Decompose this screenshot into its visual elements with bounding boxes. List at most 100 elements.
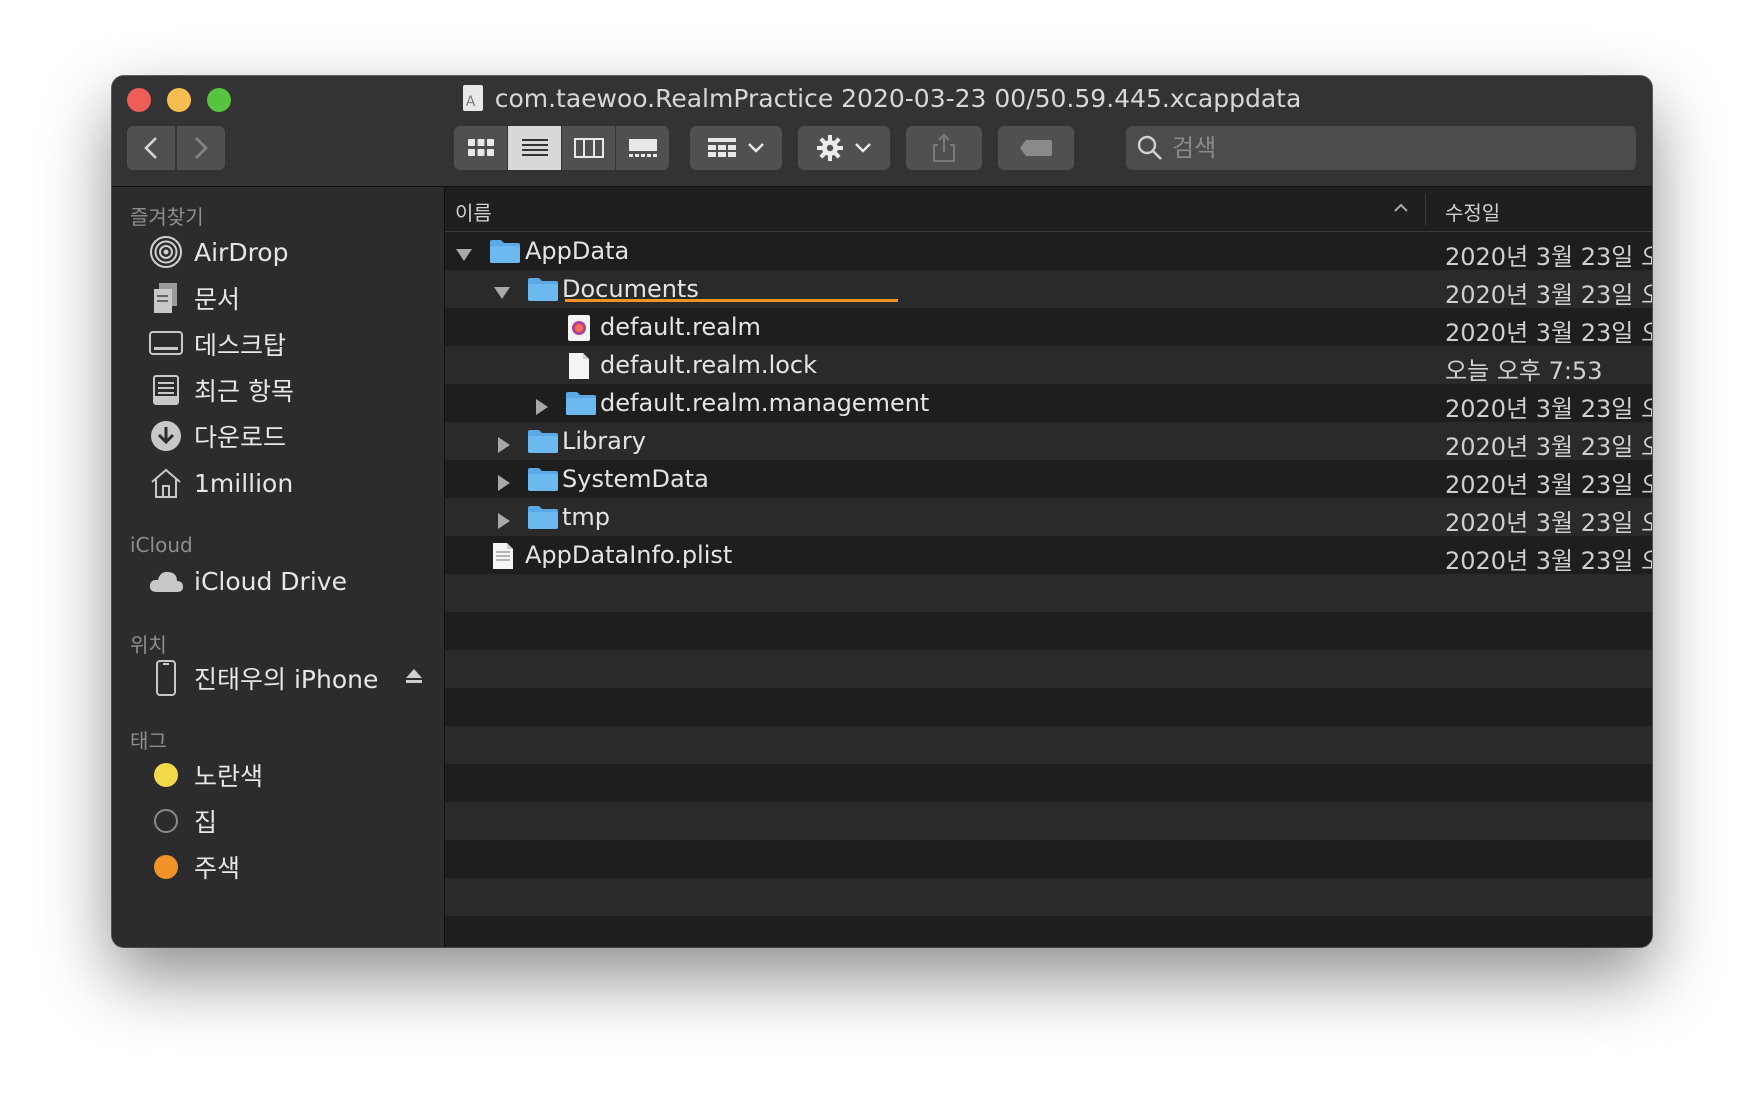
share-button[interactable] <box>906 126 982 170</box>
tag-icon <box>1020 140 1052 156</box>
favorites-header: 즐겨찾기 <box>130 205 204 229</box>
folder-icon <box>527 504 559 530</box>
realm-file-icon <box>567 314 591 341</box>
sidebar-item-home[interactable]: 1million <box>148 463 293 503</box>
disclosure-expanded-icon[interactable] <box>493 280 511 299</box>
sidebar-item-recents[interactable]: 최근 항목 <box>148 370 294 410</box>
sidebar-item-tag-yellow[interactable]: 노란색 <box>148 755 263 795</box>
list-item[interactable]: AppData 2020년 3월 23일 오 <box>445 232 1652 271</box>
list-lines-icon <box>521 139 548 156</box>
sidebar-item-label: AirDrop <box>194 237 289 267</box>
sidebar-item-label: 데스크탑 <box>194 331 287 360</box>
group-by-button[interactable] <box>690 126 782 170</box>
empty-row <box>445 688 1652 726</box>
sidebar-item-tag-orange[interactable]: 주색 <box>148 847 240 887</box>
list-item[interactable]: default.realm 2020년 3월 23일 오 <box>445 308 1652 347</box>
file-list-pane: 이름 수정일 AppData 2020년 3월 23일 오 Documents … <box>445 187 1652 947</box>
chevron-down-icon <box>855 143 871 153</box>
share-icon <box>933 133 955 162</box>
column-header-name[interactable]: 이름 <box>455 197 492 226</box>
window-title: com.taewoo.RealmPractice 2020-03-23 00/5… <box>112 84 1652 117</box>
tags-header: 태그 <box>130 729 167 753</box>
locations-header: 위치 <box>130 633 167 657</box>
chevron-down-icon <box>748 143 764 153</box>
list-item[interactable]: Documents 2020년 3월 23일 오 <box>445 270 1652 309</box>
action-menu-button[interactable] <box>798 126 890 170</box>
home-icon <box>148 465 184 501</box>
empty-row <box>445 802 1652 840</box>
folder-icon <box>565 390 597 416</box>
folder-icon <box>489 238 521 264</box>
search-input[interactable] <box>1170 133 1614 163</box>
sidebar-item-tag-home[interactable]: 집 <box>148 801 217 841</box>
sidebar-item-iphone[interactable]: 진태우의 iPhone <box>148 658 424 698</box>
list-item[interactable]: tmp 2020년 3월 23일 오 <box>445 498 1652 537</box>
list-item[interactable]: default.realm.lock 오늘 오후 7:53 <box>445 346 1652 385</box>
empty-row <box>445 650 1652 688</box>
empty-row <box>445 726 1652 764</box>
eject-icon[interactable] <box>404 666 424 691</box>
file-rows: AppData 2020년 3월 23일 오 Documents 2020년 3… <box>445 232 1652 947</box>
sidebar-item-label: 주색 <box>194 854 241 883</box>
recents-icon <box>148 372 184 408</box>
empty-row <box>445 840 1652 878</box>
date-modified: 2020년 3월 23일 오 <box>1445 547 1652 575</box>
forward-button[interactable] <box>177 126 225 170</box>
list-item[interactable]: SystemData 2020년 3월 23일 오 <box>445 460 1652 499</box>
sort-ascending-icon <box>1393 197 1409 218</box>
date-modified: 2020년 3월 23일 오 <box>1445 243 1652 271</box>
disclosure-expanded-icon[interactable] <box>455 242 473 261</box>
window-title-text: com.taewoo.RealmPractice 2020-03-23 00/5… <box>494 84 1302 113</box>
date-modified: 오늘 오후 7:53 <box>1445 357 1603 385</box>
sidebar-item-documents[interactable]: 문서 <box>148 278 240 318</box>
disclosure-collapsed-icon[interactable] <box>495 470 513 491</box>
file-name: AppDataInfo.plist <box>525 541 733 569</box>
disclosure-collapsed-icon[interactable] <box>495 508 513 529</box>
file-name: default.realm.management <box>600 389 930 417</box>
icon-view-button[interactable] <box>454 126 507 170</box>
list-item[interactable]: AppDataInfo.plist 2020년 3월 23일 오 <box>445 536 1652 575</box>
iphone-icon <box>148 660 184 696</box>
toolbar: com.taewoo.RealmPractice 2020-03-23 00/5… <box>112 76 1652 187</box>
desktop-icon <box>148 326 184 362</box>
sidebar-item-desktop[interactable]: 데스크탑 <box>148 324 286 364</box>
icloud-header: iCloud <box>130 533 193 557</box>
search-field[interactable] <box>1126 126 1636 170</box>
icon-grid-icon <box>467 139 494 156</box>
orange-tag-dot-icon <box>148 849 184 885</box>
gear-icon <box>817 135 843 161</box>
list-item[interactable]: default.realm.management 2020년 3월 23일 오 <box>445 384 1652 423</box>
folder-icon <box>527 428 559 454</box>
sidebar-item-label: 문서 <box>194 285 241 314</box>
columns-icon <box>573 138 604 158</box>
view-mode-segmented-control <box>454 126 669 170</box>
sidebar-item-label: 1million <box>194 468 294 498</box>
sidebar-item-label: 진태우의 iPhone <box>194 665 379 694</box>
list-view-button[interactable] <box>508 126 561 170</box>
column-header-date-modified[interactable]: 수정일 <box>1445 197 1500 226</box>
column-divider[interactable] <box>1425 193 1426 225</box>
plist-file-icon <box>491 542 515 569</box>
group-grid-icon <box>708 138 736 157</box>
list-item[interactable]: Library 2020년 3월 23일 오 <box>445 422 1652 461</box>
highlight-underline <box>565 299 898 302</box>
sidebar-item-label: 최근 항목 <box>194 377 294 406</box>
sidebar-item-downloads[interactable]: 다운로드 <box>148 416 286 456</box>
back-button[interactable] <box>127 126 175 170</box>
date-modified: 2020년 3월 23일 오 <box>1445 471 1652 499</box>
sidebar-item-airdrop[interactable]: AirDrop <box>148 232 288 272</box>
sidebar-item-icloud-drive[interactable]: iCloud Drive <box>148 561 347 601</box>
date-modified: 2020년 3월 23일 오 <box>1445 281 1652 309</box>
date-modified: 2020년 3월 23일 오 <box>1445 319 1652 347</box>
finder-window: com.taewoo.RealmPractice 2020-03-23 00/5… <box>112 76 1652 947</box>
sidebar-item-label: 다운로드 <box>194 423 287 452</box>
disclosure-collapsed-icon[interactable] <box>533 394 551 415</box>
tags-button[interactable] <box>998 126 1074 170</box>
disclosure-collapsed-icon[interactable] <box>495 432 513 453</box>
search-icon <box>1137 135 1162 160</box>
date-modified: 2020년 3월 23일 오 <box>1445 509 1652 537</box>
column-view-button[interactable] <box>562 126 615 170</box>
folder-icon <box>527 466 559 492</box>
gallery-view-button[interactable] <box>616 126 669 170</box>
file-name: default.realm.lock <box>600 351 818 379</box>
